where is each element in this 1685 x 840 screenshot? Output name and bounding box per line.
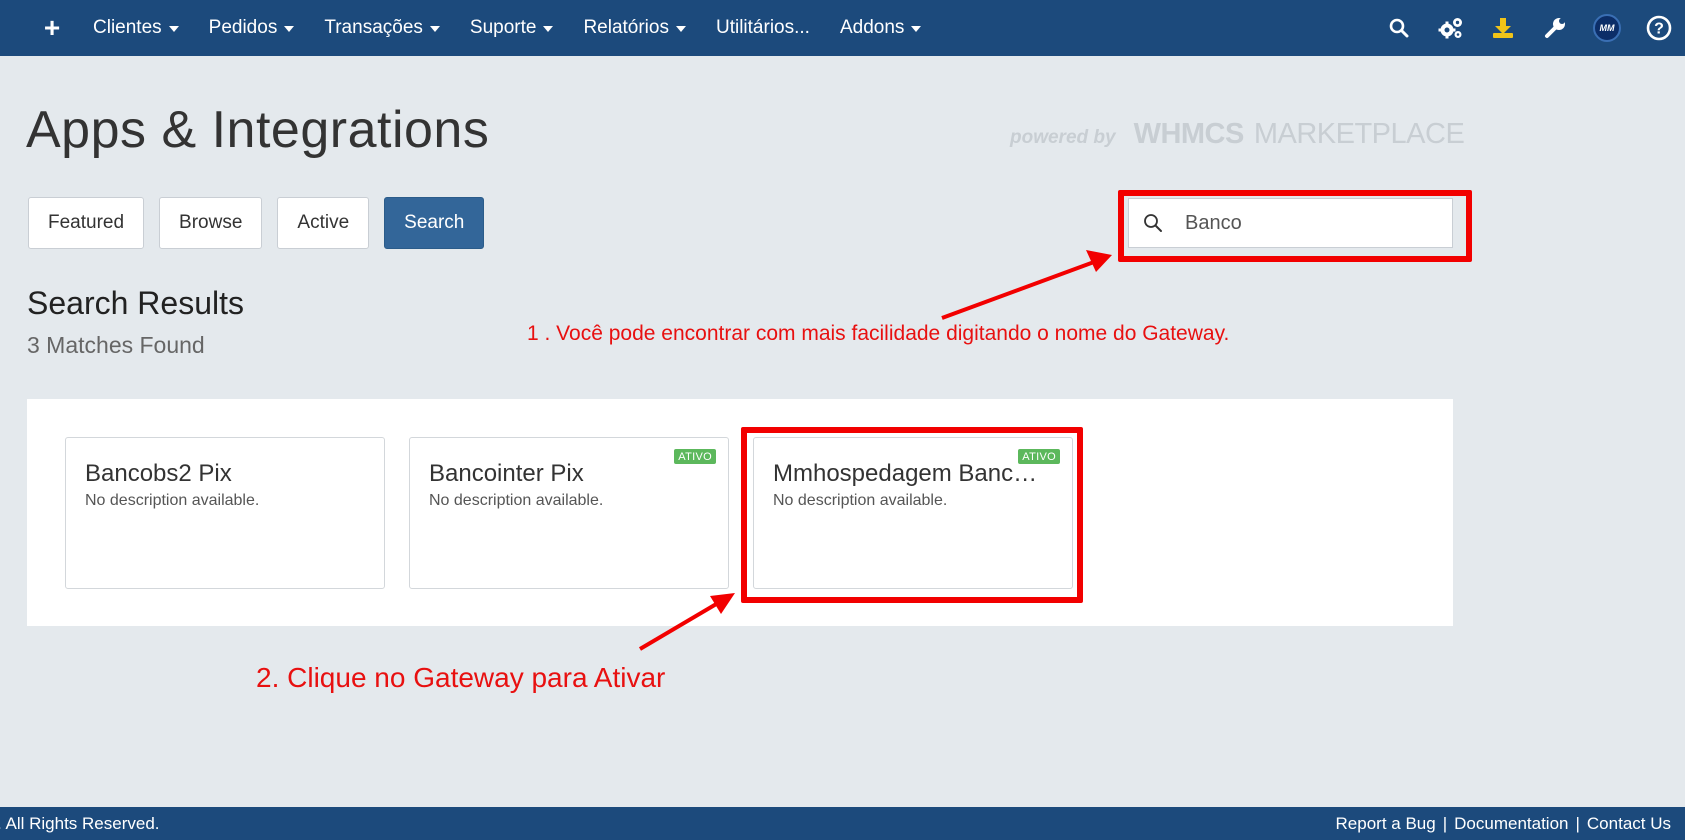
footer-separator: |	[1442, 813, 1448, 833]
download-icon	[1493, 18, 1513, 38]
add-new-button[interactable]: +	[26, 0, 78, 56]
whmcs-brand: WHMCS	[1133, 118, 1245, 150]
nav-tools-button[interactable]	[1529, 0, 1581, 56]
nav-icons: MM ?	[1373, 0, 1685, 56]
nav-help-button[interactable]: ?	[1633, 0, 1685, 56]
annotation-note-2: 2. Clique no Gateway para Ativar	[256, 662, 666, 693]
search-icon	[1389, 18, 1409, 38]
nav-pedidos-label: Pedidos	[208, 17, 278, 38]
chevron-down-icon	[284, 26, 295, 32]
contact-us-link[interactable]: Contact Us	[1587, 814, 1671, 834]
footer: . All Rights Reserved. Report a Bug | Do…	[0, 807, 1685, 840]
app-card-bancointer-pix[interactable]: ATIVO Bancointer Pix No description avai…	[409, 437, 729, 589]
report-bug-link[interactable]: Report a Bug	[1336, 814, 1436, 834]
wrench-icon	[1545, 18, 1565, 38]
nav-addons-label: Addons	[839, 17, 905, 38]
results-panel: Bancobs2 Pix No description available. A…	[27, 399, 1453, 626]
nav-relatorios-label: Relatórios	[583, 17, 669, 38]
app-card-title: Bancobs2 Pix	[85, 460, 232, 487]
tab-browse[interactable]: Browse	[159, 197, 263, 249]
nav-search-button[interactable]	[1373, 0, 1425, 56]
nav-utilitarios[interactable]: Utilitários...	[701, 0, 825, 56]
tab-active[interactable]: Active	[277, 197, 370, 249]
help-icon: ?	[1646, 15, 1672, 41]
documentation-link[interactable]: Documentation	[1454, 814, 1568, 834]
nav-transacoes[interactable]: Transações	[309, 0, 455, 56]
annotation-note-1: 1 . Você pode encontrar com mais facilid…	[527, 322, 1230, 345]
marketplace-tabs: Featured Browse Active Search	[28, 197, 499, 249]
status-badge: ATIVO	[674, 449, 716, 464]
nav-suporte-label: Suporte	[469, 17, 537, 38]
app-card-description: No description available.	[85, 492, 260, 509]
highlight-search-box	[1118, 190, 1472, 262]
nav-relatorios[interactable]: Relatórios	[568, 0, 701, 56]
chevron-down-icon	[429, 26, 440, 32]
chevron-down-icon	[543, 26, 554, 32]
footer-separator: |	[1575, 813, 1580, 833]
nav-clientes-label: Clientes	[93, 17, 162, 38]
nav-pedidos[interactable]: Pedidos	[194, 0, 310, 56]
results-title: Search Results	[27, 285, 244, 321]
nav-settings-button[interactable]	[1425, 0, 1477, 56]
tab-search[interactable]: Search	[384, 197, 485, 249]
chevron-down-icon	[168, 26, 179, 32]
page-title: Apps & Integrations	[26, 101, 490, 159]
nav-updates-button[interactable]	[1477, 0, 1529, 56]
top-navbar: + Clientes Pedidos Transações Suporte Re…	[0, 0, 1685, 56]
nav-addons[interactable]: Addons	[825, 0, 936, 56]
powered-by-logo[interactable]: powered by WHMCS MARKETPLACE	[1010, 118, 1465, 151]
app-card-description: No description available.	[429, 492, 604, 509]
app-card-bancobs2-pix[interactable]: Bancobs2 Pix No description available.	[65, 437, 385, 589]
svg-text:?: ?	[1654, 21, 1664, 38]
arrowhead-icon	[1086, 250, 1112, 272]
nav-suporte[interactable]: Suporte	[455, 0, 569, 56]
nav-avatar-button[interactable]: MM	[1581, 0, 1633, 56]
highlight-gateway-card	[741, 427, 1083, 603]
chevron-down-icon	[675, 26, 686, 32]
nav-utilitarios-label: Utilitários...	[715, 17, 810, 38]
avatar: MM	[1593, 14, 1621, 42]
results-count: 3 Matches Found	[27, 332, 205, 358]
chevron-down-icon	[911, 26, 922, 32]
nav-clientes[interactable]: Clientes	[78, 0, 194, 56]
arrow-to-search	[941, 260, 1095, 320]
app-card-title: Bancointer Pix	[429, 460, 584, 487]
powered-by-text: powered by	[1010, 127, 1116, 148]
copyright-text: . All Rights Reserved.	[0, 813, 160, 833]
tab-featured[interactable]: Featured	[28, 197, 145, 249]
gears-icon	[1438, 18, 1462, 39]
footer-links: Report a Bug | Documentation | Contact U…	[1336, 814, 1671, 834]
marketplace-brand: MARKETPLACE	[1253, 118, 1465, 150]
nav-transacoes-label: Transações	[324, 17, 423, 38]
